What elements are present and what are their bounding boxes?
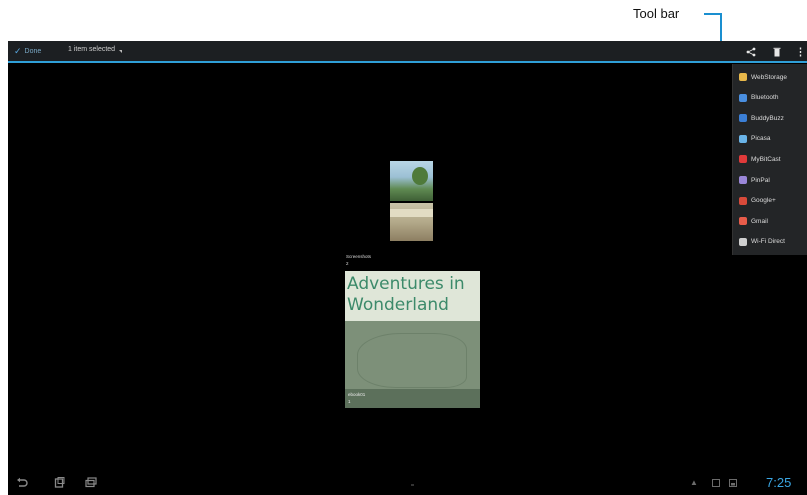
dropdown-caret-icon: [119, 50, 123, 53]
album-name: ebook01: [348, 392, 366, 397]
mybitcast-icon: [739, 155, 747, 164]
done-label: Done: [24, 48, 42, 55]
share-menu-item[interactable]: BuddyBuzz: [733, 108, 807, 128]
share-menu-item-label: MyBitCast: [751, 155, 781, 163]
wifi-direct-icon: [739, 237, 747, 246]
cover-illustration: [357, 333, 467, 388]
done-button[interactable]: ✓ Done: [14, 46, 41, 57]
share-menu-item[interactable]: PinPal: [733, 170, 807, 190]
selected-album-ebook[interactable]: Adventures in Wonderland ebook01 1: [345, 271, 480, 408]
share-menu: WebStorage Bluetooth BuddyBuzz Picasa MyBitC…: [732, 64, 807, 255]
share-menu-item[interactable]: Wi-Fi Direct: [733, 232, 807, 252]
upload-icon: ▲: [690, 478, 698, 487]
share-menu-item[interactable]: MyBitCast: [733, 149, 807, 169]
toolbar-callout-label: Tool bar: [633, 6, 680, 21]
picasa-icon: [739, 134, 747, 143]
screenshot-thumbnail[interactable]: [390, 161, 433, 201]
album-count: 1: [348, 399, 351, 404]
cover-title: Adventures in Wonderland: [347, 274, 465, 315]
share-menu-item-label: Bluetooth: [751, 94, 779, 102]
share-menu-item[interactable]: Picasa: [733, 129, 807, 149]
back-icon[interactable]: [16, 477, 28, 491]
delete-icon[interactable]: [773, 47, 781, 60]
navbar-indicator: [411, 484, 414, 486]
overflow-menu-icon[interactable]: [799, 47, 802, 60]
share-menu-item-label: Google+: [751, 197, 776, 205]
share-menu-item-label: Picasa: [751, 135, 771, 143]
gallery-icon[interactable]: [729, 479, 737, 489]
album-caption: ebook01 1: [345, 389, 480, 408]
share-menu-item[interactable]: Bluetooth: [733, 88, 807, 108]
pinpal-icon: [739, 176, 747, 184]
action-bar: ✓ Done 1 item selected: [8, 41, 807, 63]
callout-line: [720, 13, 722, 41]
bluetooth-icon: [739, 93, 747, 102]
clock[interactable]: 7:25: [766, 475, 791, 490]
home-icon[interactable]: [54, 477, 65, 491]
system-navigation-bar: ▲ 7:25: [8, 473, 807, 495]
share-menu-item[interactable]: WebStorage: [733, 67, 807, 87]
album-count: 2: [346, 261, 349, 266]
share-menu-item-label: Wi-Fi Direct: [751, 238, 785, 246]
share-menu-item-label: BuddyBuzz: [751, 114, 784, 122]
check-icon: ✓: [14, 46, 22, 56]
thumbnail-image-detail: [390, 209, 433, 217]
webstorage-icon: [739, 73, 747, 81]
share-menu-item-label: WebStorage: [751, 73, 788, 81]
google-plus-icon: [739, 196, 747, 205]
share-menu-item-label: PinPal: [751, 176, 770, 184]
gmail-icon: [739, 217, 747, 226]
share-menu-item[interactable]: Google+: [733, 191, 807, 211]
notification-icon[interactable]: [712, 479, 720, 489]
tablet-screen: ✓ Done 1 item selected WebStorage Blueto…: [8, 41, 807, 495]
selection-dropdown[interactable]: 1 item selected: [68, 46, 123, 53]
screenshot-thumbnail[interactable]: [390, 203, 433, 241]
share-menu-item[interactable]: Gmail: [733, 211, 807, 231]
album-name: Screenshots: [346, 254, 372, 259]
share-icon[interactable]: [746, 47, 756, 60]
buddybuzz-icon: [739, 114, 747, 123]
thumbnail-image-detail: [412, 167, 428, 185]
selection-label: 1 item selected: [68, 46, 116, 53]
recent-apps-icon[interactable]: [85, 477, 97, 491]
share-menu-item-label: Gmail: [751, 217, 768, 225]
